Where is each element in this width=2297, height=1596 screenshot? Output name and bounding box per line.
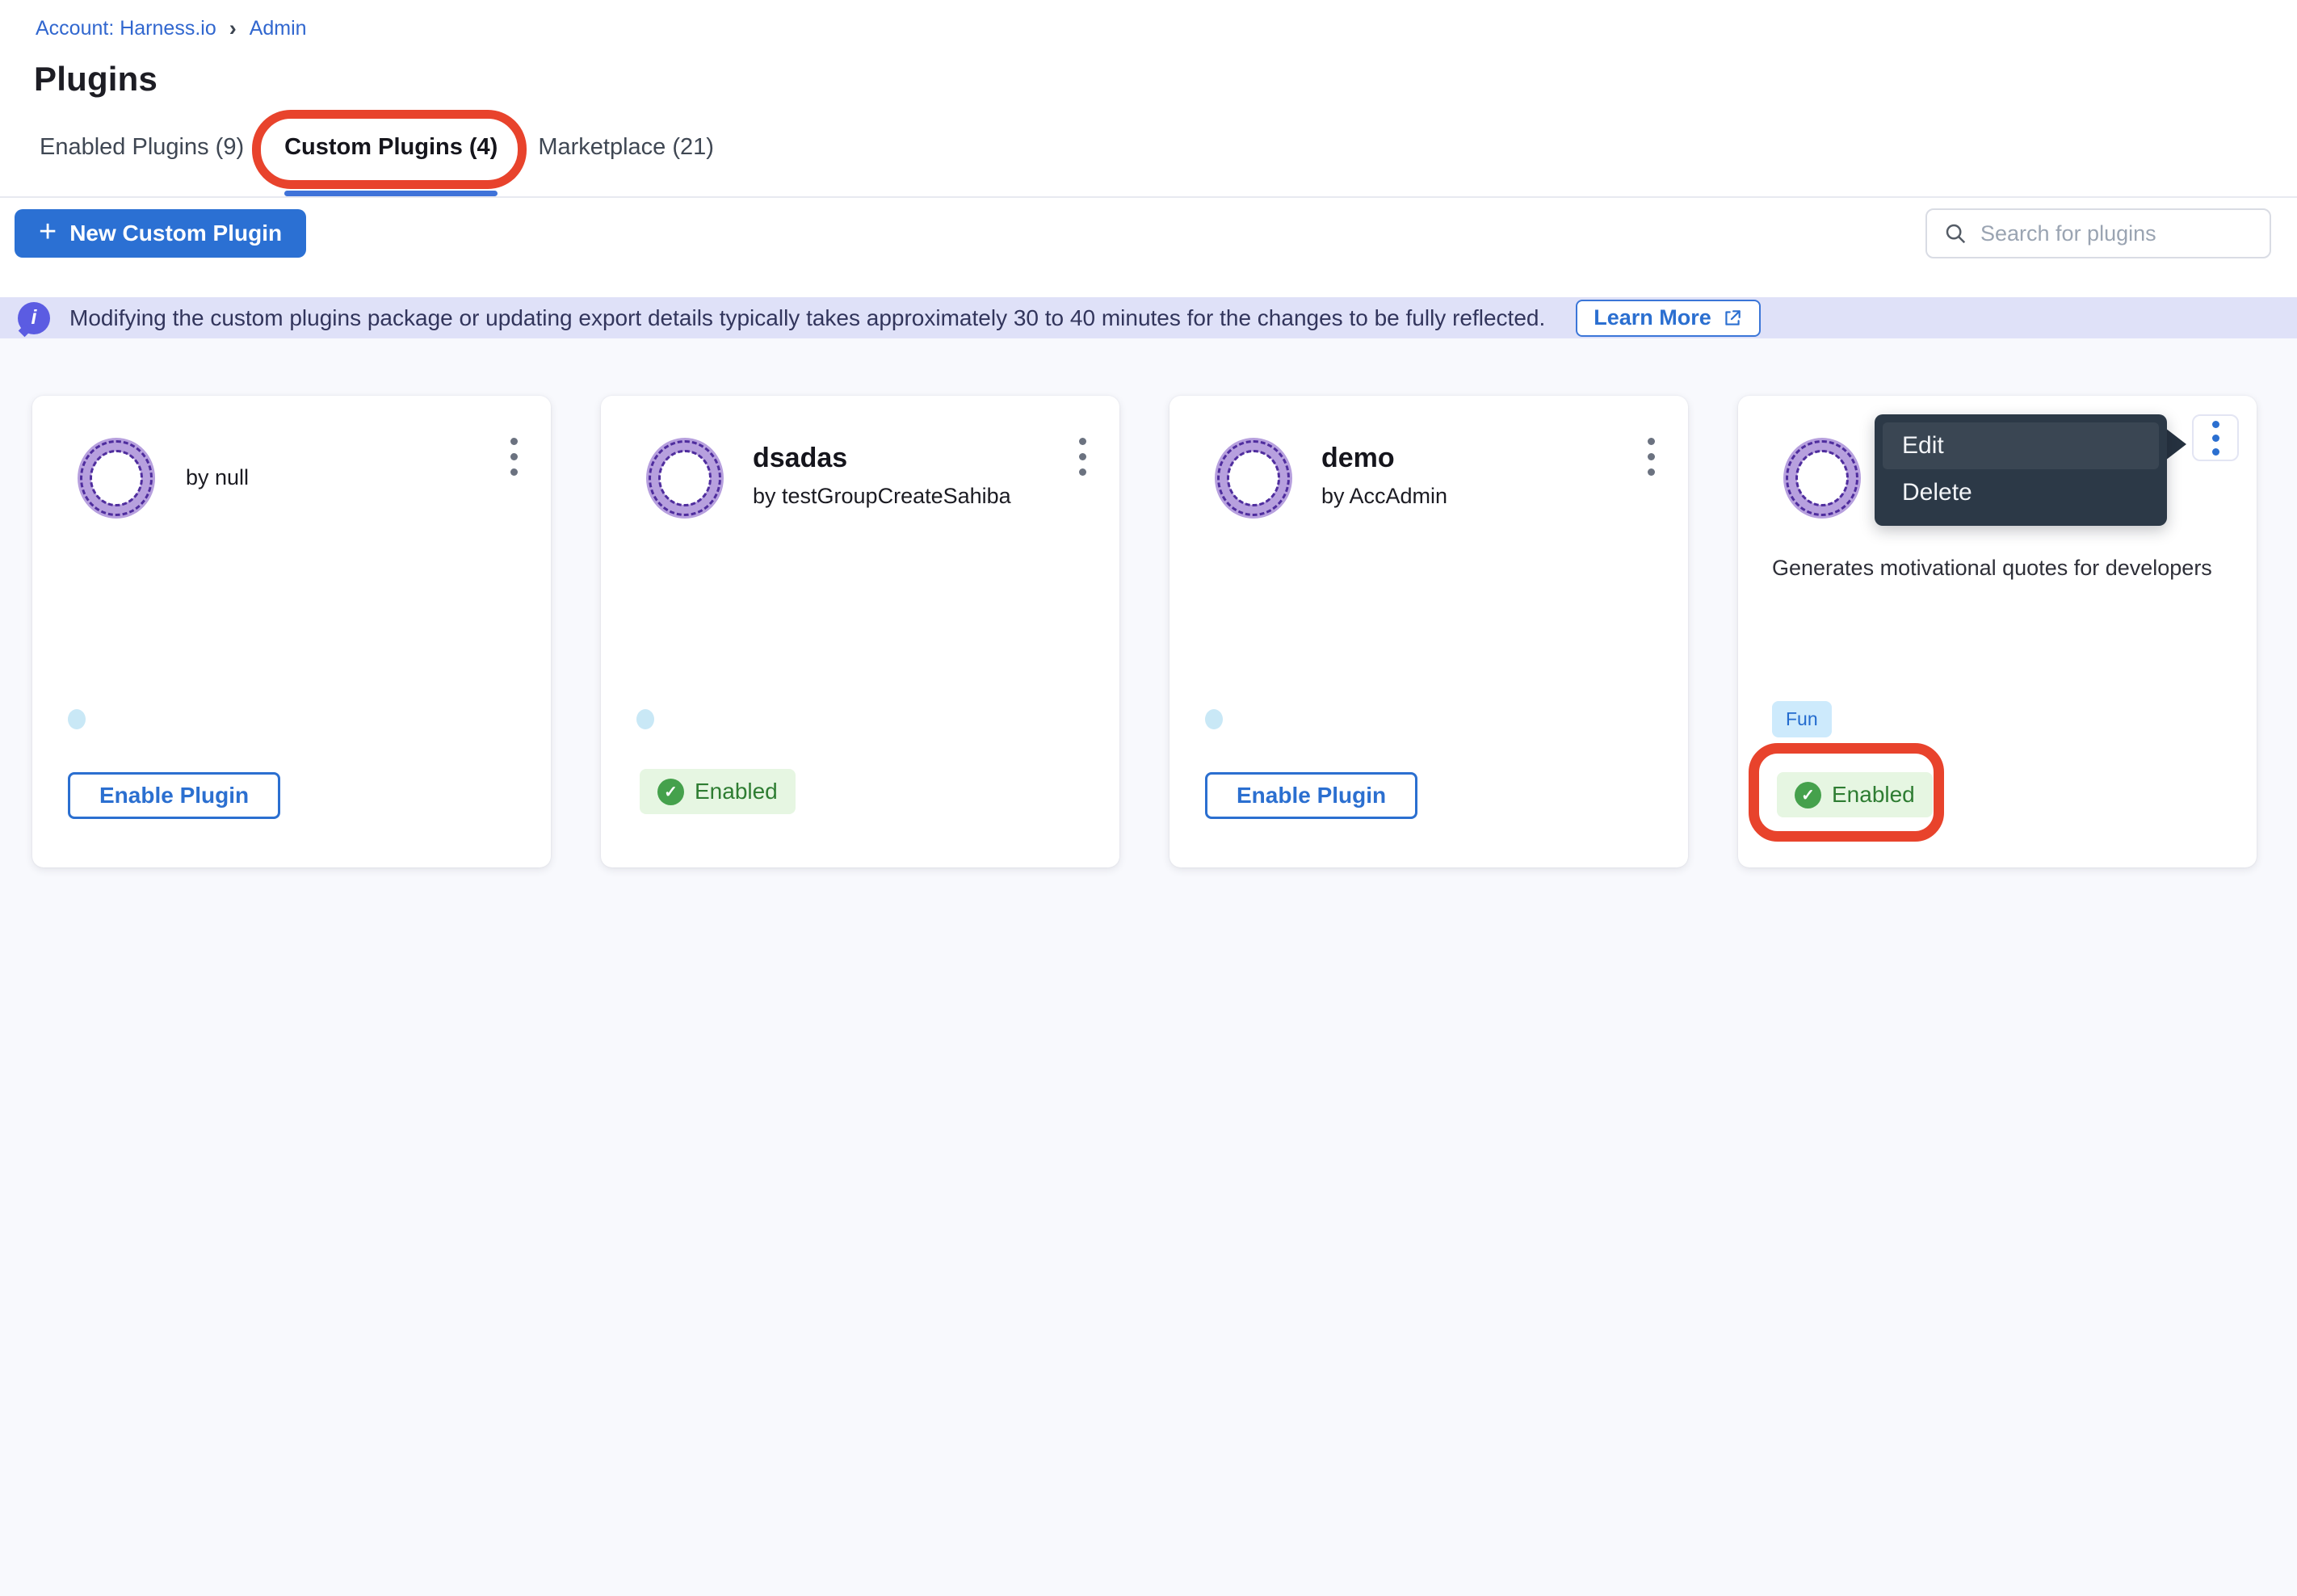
status-badge: ✓ Enabled: [640, 769, 796, 814]
menu-item-delete[interactable]: Delete: [1883, 469, 2159, 516]
plugin-author: by testGroupCreateSahiba: [753, 484, 1011, 509]
status-badge: ✓ Enabled: [1777, 772, 1933, 817]
plugin-author: by null: [186, 465, 249, 490]
info-icon: i: [18, 302, 50, 334]
breadcrumb-admin-link[interactable]: Admin: [250, 17, 307, 40]
menu-item-edit[interactable]: Edit: [1883, 422, 2159, 469]
kebab-menu-icon[interactable]: [2192, 414, 2239, 461]
plugin-author: by AccAdmin: [1321, 484, 1447, 509]
tab-custom-plugins[interactable]: Custom Plugins (4): [284, 129, 498, 196]
plugin-description: Generates motivational quotes for develo…: [1772, 556, 2224, 581]
plugin-card: Edit Delete Generates motivational quote…: [1738, 396, 2257, 867]
plugin-card-grid: by null Enable Plugin dsadas by testGrou…: [32, 396, 2257, 867]
status-label: Enabled: [695, 779, 778, 804]
kebab-menu-icon[interactable]: [1063, 425, 1102, 488]
plugin-title: demo: [1321, 443, 1447, 474]
chevron-right-icon: ›: [229, 16, 237, 41]
new-custom-plugin-button[interactable]: + New Custom Plugin: [15, 209, 306, 258]
check-icon: ✓: [657, 779, 684, 805]
category-tag: Fun: [1772, 701, 1832, 737]
plugin-title: dsadas: [753, 443, 1011, 474]
plugin-logo-icon: [78, 438, 155, 519]
external-link-icon: [1722, 308, 1743, 329]
plus-icon: +: [39, 216, 57, 247]
search-input[interactable]: [1980, 221, 2253, 246]
tab-bar: Enabled Plugins (9) Custom Plugins (4) M…: [40, 129, 714, 196]
plugin-card: dsadas by testGroupCreateSahiba ✓ Enable…: [601, 396, 1119, 867]
plugin-logo-icon: [1215, 438, 1292, 519]
plugins-admin-page: Account: Harness.io › Admin Plugins Enab…: [0, 0, 2297, 1596]
status-label: Enabled: [1832, 782, 1915, 808]
tag-dot-icon: [1205, 709, 1223, 729]
search-box: [1925, 208, 2271, 258]
enable-plugin-button[interactable]: Enable Plugin: [1205, 772, 1417, 819]
enable-plugin-button[interactable]: Enable Plugin: [68, 772, 280, 819]
tab-marketplace[interactable]: Marketplace (21): [538, 129, 714, 196]
context-menu: Edit Delete: [1875, 414, 2167, 526]
kebab-menu-icon[interactable]: [494, 425, 533, 488]
context-menu-arrow: [2165, 428, 2186, 460]
plugin-logo-icon: [646, 438, 724, 519]
plugin-logo-icon: [1783, 438, 1861, 519]
plugin-card: by null Enable Plugin: [32, 396, 551, 867]
tag-dot-icon: [636, 709, 654, 729]
learn-more-button[interactable]: Learn More: [1576, 300, 1761, 337]
active-tab-underline: [284, 191, 498, 196]
search-icon: [1943, 221, 1967, 246]
tabs-divider: [0, 196, 2297, 198]
breadcrumb-account-link[interactable]: Account: Harness.io: [36, 17, 216, 40]
check-icon: ✓: [1795, 782, 1821, 808]
plugin-card: demo by AccAdmin Enable Plugin: [1169, 396, 1688, 867]
tag-dot-icon: [68, 709, 86, 729]
tab-enabled-plugins[interactable]: Enabled Plugins (9): [40, 129, 244, 196]
banner-message: Modifying the custom plugins package or …: [69, 305, 1545, 331]
breadcrumb: Account: Harness.io › Admin: [36, 16, 307, 41]
page-title: Plugins: [34, 60, 157, 99]
kebab-menu-icon[interactable]: [1631, 425, 1670, 488]
info-banner: i Modifying the custom plugins package o…: [0, 297, 2297, 338]
